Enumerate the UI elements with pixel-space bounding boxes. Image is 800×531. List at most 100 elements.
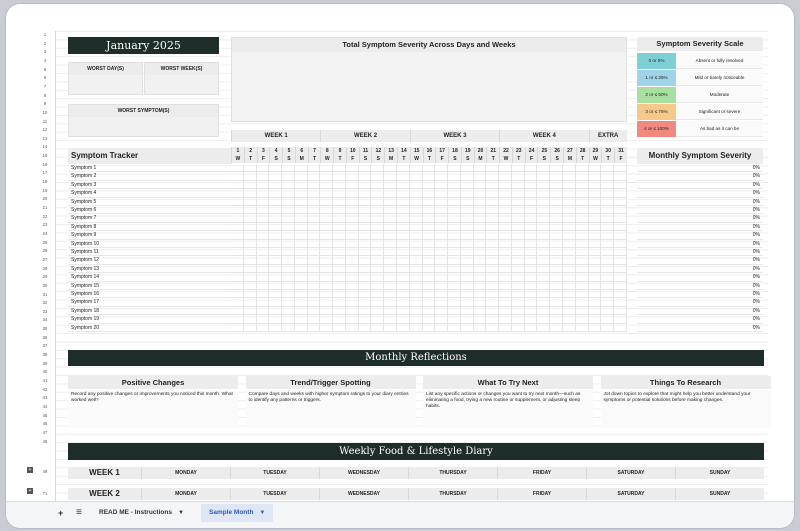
row-number[interactable]: 19 <box>34 188 56 193</box>
severity-cell[interactable] <box>575 172 589 181</box>
severity-cell[interactable] <box>384 164 397 173</box>
severity-cell[interactable] <box>435 206 449 215</box>
severity-cell[interactable] <box>460 248 474 257</box>
severity-cell[interactable] <box>409 273 423 282</box>
severity-cell[interactable] <box>499 214 512 223</box>
severity-cell[interactable] <box>397 239 410 248</box>
severity-cell[interactable] <box>371 281 385 290</box>
severity-cell[interactable] <box>448 264 461 274</box>
severity-cell[interactable] <box>358 180 372 190</box>
chevron-down-icon[interactable]: ▼ <box>259 510 265 516</box>
severity-cell[interactable] <box>409 222 423 232</box>
severity-cell[interactable] <box>448 306 461 316</box>
severity-cell[interactable] <box>601 273 615 282</box>
severity-cell[interactable] <box>256 206 270 215</box>
severity-cell[interactable] <box>294 315 308 324</box>
severity-cell[interactable] <box>307 281 321 290</box>
row-number[interactable]: 37 <box>34 343 56 348</box>
severity-cell[interactable] <box>320 172 334 181</box>
severity-cell[interactable] <box>256 264 270 274</box>
severity-cell[interactable] <box>563 164 576 173</box>
severity-cell[interactable] <box>460 197 474 206</box>
severity-cell[interactable] <box>563 256 576 265</box>
severity-cell[interactable] <box>563 172 576 181</box>
severity-cell[interactable] <box>371 231 385 240</box>
severity-cell[interactable] <box>486 206 500 215</box>
severity-cell[interactable] <box>601 298 615 307</box>
severity-cell[interactable] <box>601 323 615 332</box>
severity-cell[interactable] <box>524 172 538 181</box>
severity-cell[interactable] <box>486 180 500 190</box>
severity-cell[interactable] <box>358 281 372 290</box>
row-number[interactable]: 32 <box>34 300 56 305</box>
severity-cell[interactable] <box>371 214 385 223</box>
severity-cell[interactable] <box>448 239 461 248</box>
severity-cell[interactable] <box>435 197 449 206</box>
severity-cell[interactable] <box>307 214 321 223</box>
row-number[interactable]: 10 <box>34 110 56 115</box>
severity-cell[interactable] <box>243 164 257 173</box>
severity-cell[interactable] <box>282 231 295 240</box>
severity-cell[interactable] <box>243 206 257 215</box>
severity-cell[interactable] <box>282 264 295 274</box>
severity-cell[interactable] <box>550 214 564 223</box>
severity-cell[interactable] <box>473 306 487 316</box>
severity-cell[interactable] <box>511 306 525 316</box>
row-number[interactable]: 40 <box>34 369 56 374</box>
severity-cell[interactable] <box>269 180 283 190</box>
severity-cell[interactable] <box>499 197 512 206</box>
severity-cell[interactable] <box>282 290 295 299</box>
severity-cell[interactable] <box>575 231 589 240</box>
severity-cell[interactable] <box>601 264 615 274</box>
severity-cell[interactable] <box>537 180 551 190</box>
severity-cell[interactable] <box>333 281 346 290</box>
severity-cell[interactable] <box>524 231 538 240</box>
severity-cell[interactable] <box>256 273 270 282</box>
row-number[interactable]: 11 <box>34 119 56 124</box>
severity-cell[interactable] <box>511 222 525 232</box>
severity-cell[interactable] <box>256 231 270 240</box>
severity-cell[interactable] <box>460 172 474 181</box>
severity-cell[interactable] <box>537 273 551 282</box>
severity-cell[interactable] <box>384 290 397 299</box>
severity-cell[interactable] <box>256 164 270 173</box>
reflection-prompt[interactable]: Jot down topics to explore that might he… <box>600 390 771 428</box>
severity-cell[interactable] <box>294 298 308 307</box>
severity-cell[interactable] <box>345 290 359 299</box>
severity-cell[interactable] <box>345 315 359 324</box>
severity-cell[interactable] <box>435 290 449 299</box>
severity-cell[interactable] <box>460 315 474 324</box>
severity-cell[interactable] <box>397 189 410 198</box>
row-number[interactable]: 49 <box>34 469 56 474</box>
severity-cell[interactable] <box>294 264 308 274</box>
severity-cell[interactable] <box>601 164 615 173</box>
severity-cell[interactable] <box>575 239 589 248</box>
severity-cell[interactable] <box>601 189 615 198</box>
severity-cell[interactable] <box>524 222 538 232</box>
severity-cell[interactable] <box>333 298 346 307</box>
severity-cell[interactable] <box>384 281 397 290</box>
severity-cell[interactable] <box>269 315 283 324</box>
severity-cell[interactable] <box>448 214 461 223</box>
severity-cell[interactable] <box>524 306 538 316</box>
severity-cell[interactable] <box>307 222 321 232</box>
severity-cell[interactable] <box>435 256 449 265</box>
severity-cell[interactable] <box>320 290 334 299</box>
severity-cell[interactable] <box>473 273 487 282</box>
severity-cell[interactable] <box>499 281 512 290</box>
severity-cell[interactable] <box>231 290 244 299</box>
severity-cell[interactable] <box>243 197 257 206</box>
severity-cell[interactable] <box>243 281 257 290</box>
row-number[interactable]: 16 <box>34 162 56 167</box>
severity-cell[interactable] <box>422 231 436 240</box>
row-number[interactable]: 44 <box>34 404 56 409</box>
severity-cell[interactable] <box>448 197 461 206</box>
severity-cell[interactable] <box>282 180 295 190</box>
severity-cell[interactable] <box>511 273 525 282</box>
severity-cell[interactable] <box>550 290 564 299</box>
severity-cell[interactable] <box>384 231 397 240</box>
severity-cell[interactable] <box>614 206 627 215</box>
worst-day-box[interactable]: WORST DAY(S) <box>68 62 143 95</box>
severity-cell[interactable] <box>384 306 397 316</box>
row-number[interactable]: 21 <box>34 205 56 210</box>
